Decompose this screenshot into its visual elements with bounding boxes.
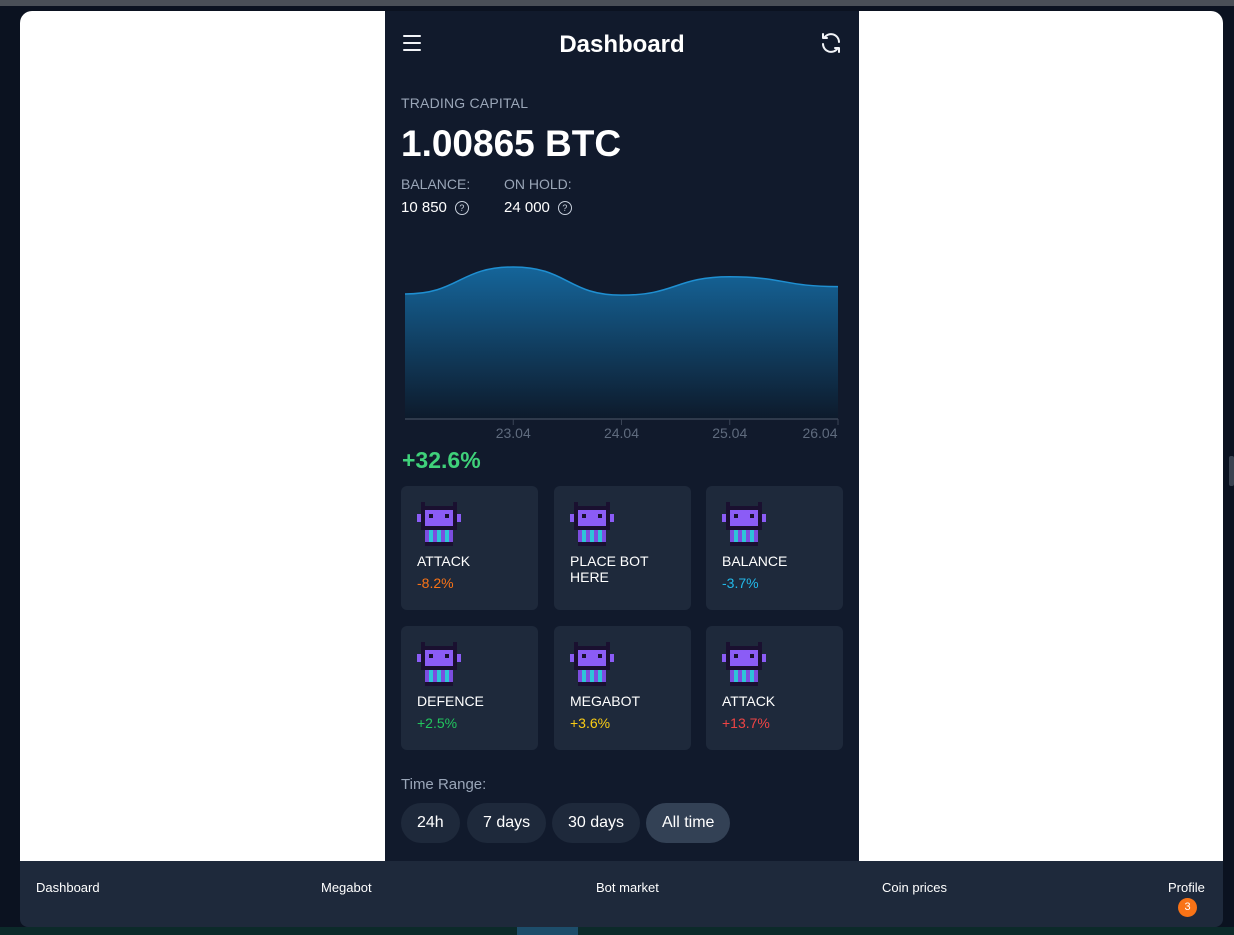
balance-value: 10 850 ? xyxy=(401,199,469,216)
nav-coin-prices[interactable]: Coin prices xyxy=(882,880,947,895)
bot-card[interactable]: ATTACK +13.7% xyxy=(706,626,843,750)
pixel-bot-icon xyxy=(417,502,461,546)
help-icon[interactable]: ? xyxy=(557,200,572,215)
bot-change: +2.5% xyxy=(417,715,458,731)
refresh-icon[interactable] xyxy=(819,31,843,55)
bot-change: -8.2% xyxy=(417,575,454,591)
bot-name: ATTACK xyxy=(722,693,776,709)
time-range-label: Time Range: xyxy=(401,776,487,793)
on-hold-label: ON HOLD: xyxy=(504,176,572,192)
pixel-bot-icon xyxy=(570,642,614,686)
range-all-time-button[interactable]: All time xyxy=(646,803,731,843)
x-tick-label: 26.04 xyxy=(802,425,837,441)
balance-label: BALANCE: xyxy=(401,176,471,192)
mobile-view: Dashboard TRADING CAPITAL 1.00865 BTC BA… xyxy=(385,11,859,861)
trading-capital-label: TRADING CAPITAL xyxy=(401,95,529,111)
on-hold-value: 24 000 ? xyxy=(504,199,572,216)
page-title: Dashboard xyxy=(559,31,685,58)
bot-name: PLACE BOT HERE xyxy=(570,553,649,585)
capital-area-chart: 23.04 24.04 25.04 26.04 xyxy=(404,266,839,441)
chart-area-fill xyxy=(405,267,838,419)
bot-card[interactable]: BALANCE -3.7% xyxy=(706,486,843,610)
nav-profile[interactable]: Profile xyxy=(1168,880,1205,895)
bot-name: BALANCE xyxy=(722,553,788,569)
bot-name: MEGABOT xyxy=(570,693,641,709)
range-24h-button[interactable]: 24h xyxy=(401,803,460,843)
profile-notification-badge: 3 xyxy=(1178,898,1197,917)
nav-megabot[interactable]: Megabot xyxy=(321,880,372,895)
scrollbar-handle[interactable] xyxy=(1229,456,1234,486)
bot-name: ATTACK xyxy=(417,553,471,569)
bottom-navigation: Dashboard Megabot Bot market Coin prices… xyxy=(20,861,1223,927)
on-hold-amount: 24 000 xyxy=(504,199,550,216)
pixel-bot-icon xyxy=(570,502,614,546)
nav-bot-market[interactable]: Bot market xyxy=(596,880,659,895)
pixel-bot-icon xyxy=(722,502,766,546)
range-30-days-button[interactable]: 30 days xyxy=(552,803,641,843)
performance-change: +32.6% xyxy=(402,447,481,473)
bot-name: DEFENCE xyxy=(417,693,484,709)
range-7-days-button[interactable]: 7 days xyxy=(467,803,547,843)
bot-change: +13.7% xyxy=(722,715,770,731)
balance-amount: 10 850 xyxy=(401,199,447,216)
window-top-border xyxy=(0,0,1234,6)
help-icon[interactable]: ? xyxy=(454,200,469,215)
x-tick-label: 25.04 xyxy=(712,425,747,441)
pixel-bot-icon xyxy=(722,642,766,686)
taskbar-strip xyxy=(0,927,1234,935)
bot-card[interactable]: DEFENCE +2.5% xyxy=(401,626,538,750)
taskbar-active-indicator xyxy=(517,927,578,935)
app-header: Dashboard xyxy=(385,11,859,77)
trading-capital-value: 1.00865 BTC xyxy=(401,123,622,164)
bot-card[interactable]: ATTACK -8.2% xyxy=(401,486,538,610)
nav-dashboard[interactable]: Dashboard xyxy=(36,880,100,895)
bot-card[interactable]: PLACE BOT HERE xyxy=(554,486,691,610)
bot-card[interactable]: MEGABOT +3.6% xyxy=(554,626,691,750)
x-tick-label: 24.04 xyxy=(604,425,639,441)
bot-change: -3.7% xyxy=(722,575,759,591)
app-frame: Dashboard TRADING CAPITAL 1.00865 BTC BA… xyxy=(20,11,1223,861)
pixel-bot-icon xyxy=(417,642,461,686)
x-tick-label: 23.04 xyxy=(496,425,531,441)
bot-change: +3.6% xyxy=(570,715,611,731)
